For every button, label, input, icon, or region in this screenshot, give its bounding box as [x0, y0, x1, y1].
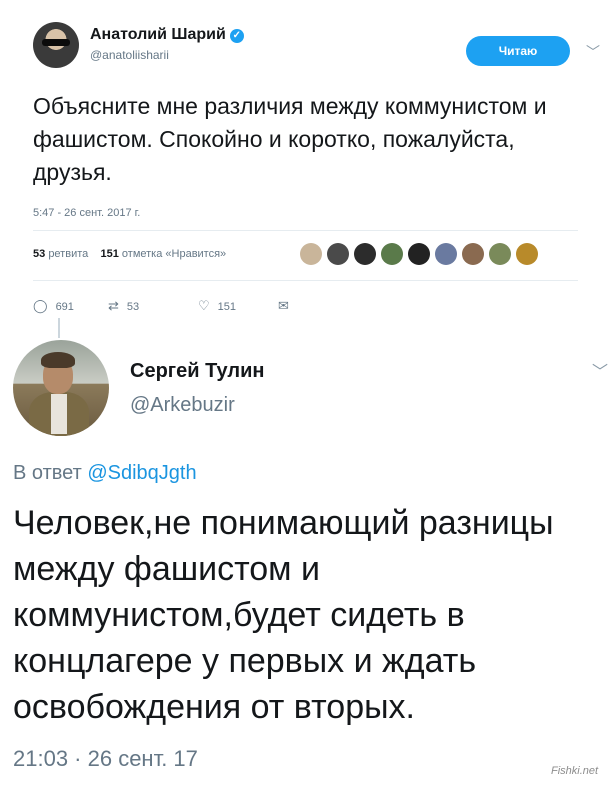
author-name[interactable]: Анатолий Шарий ✓ [90, 26, 244, 44]
like-icon: ♡ [198, 298, 210, 313]
reply-button[interactable]: ◯ 691 [33, 298, 74, 314]
reply-icon: ◯ [33, 298, 48, 313]
chevron-down-icon[interactable]: ﹀ [592, 358, 608, 382]
liker-avatar[interactable] [489, 243, 511, 265]
author-handle[interactable]: @Arkebuzir [130, 394, 235, 417]
chevron-down-icon[interactable]: ﹀ [586, 42, 600, 62]
divider [33, 280, 578, 281]
retweets-count[interactable]: 53 [33, 248, 45, 260]
tweet-text: Объясните мне различия между коммунистом… [33, 93, 547, 185]
tweet-timestamp[interactable]: 21:03 · 26 сент. 17 [13, 746, 198, 772]
verified-icon: ✓ [229, 29, 244, 43]
tweet-actions: ◯ 691 ⇄ 53 ♡ 151 ✉ [33, 298, 333, 314]
liker-avatar[interactable] [435, 243, 457, 265]
author-avatar[interactable] [33, 22, 79, 68]
retweets-label[interactable]: ретвита [48, 248, 88, 260]
thread-line [58, 318, 60, 338]
tweet-text: Человек,не понимающий разницы между фаши… [13, 504, 554, 726]
liker-avatar[interactable] [408, 243, 430, 265]
reply-context: В ответ @SdibqJgth [13, 462, 197, 484]
liker-avatar[interactable] [300, 243, 322, 265]
liker-avatar[interactable] [327, 243, 349, 265]
follow-button[interactable]: Читаю [466, 36, 570, 66]
retweet-button[interactable]: ⇄ 53 [108, 298, 139, 314]
liker-avatar[interactable] [462, 243, 484, 265]
liker-avatar[interactable] [354, 243, 376, 265]
retweet-icon: ⇄ [108, 298, 119, 313]
author-avatar[interactable] [13, 340, 109, 436]
author-handle[interactable]: @anatoliisharii [90, 48, 169, 62]
message-icon: ✉ [278, 298, 289, 313]
likes-count[interactable]: 151 [100, 248, 118, 260]
message-button[interactable]: ✉ [278, 298, 297, 314]
likes-label[interactable]: отметка «Нравится» [122, 248, 226, 260]
tweet-stats: 53 ретвита 151 отметка «Нравится» [33, 248, 226, 260]
reply-mention-link[interactable]: @SdibqJgth [87, 462, 196, 484]
liker-avatar[interactable] [516, 243, 538, 265]
watermark: Fishki.net [551, 765, 599, 777]
divider [33, 230, 578, 231]
like-button[interactable]: ♡ 151 [198, 298, 236, 314]
liker-avatar[interactable] [381, 243, 403, 265]
author-name[interactable]: Сергей Тулин [130, 360, 264, 383]
tweet-timestamp[interactable]: 5:47 - 26 сент. 2017 г. [33, 207, 140, 219]
